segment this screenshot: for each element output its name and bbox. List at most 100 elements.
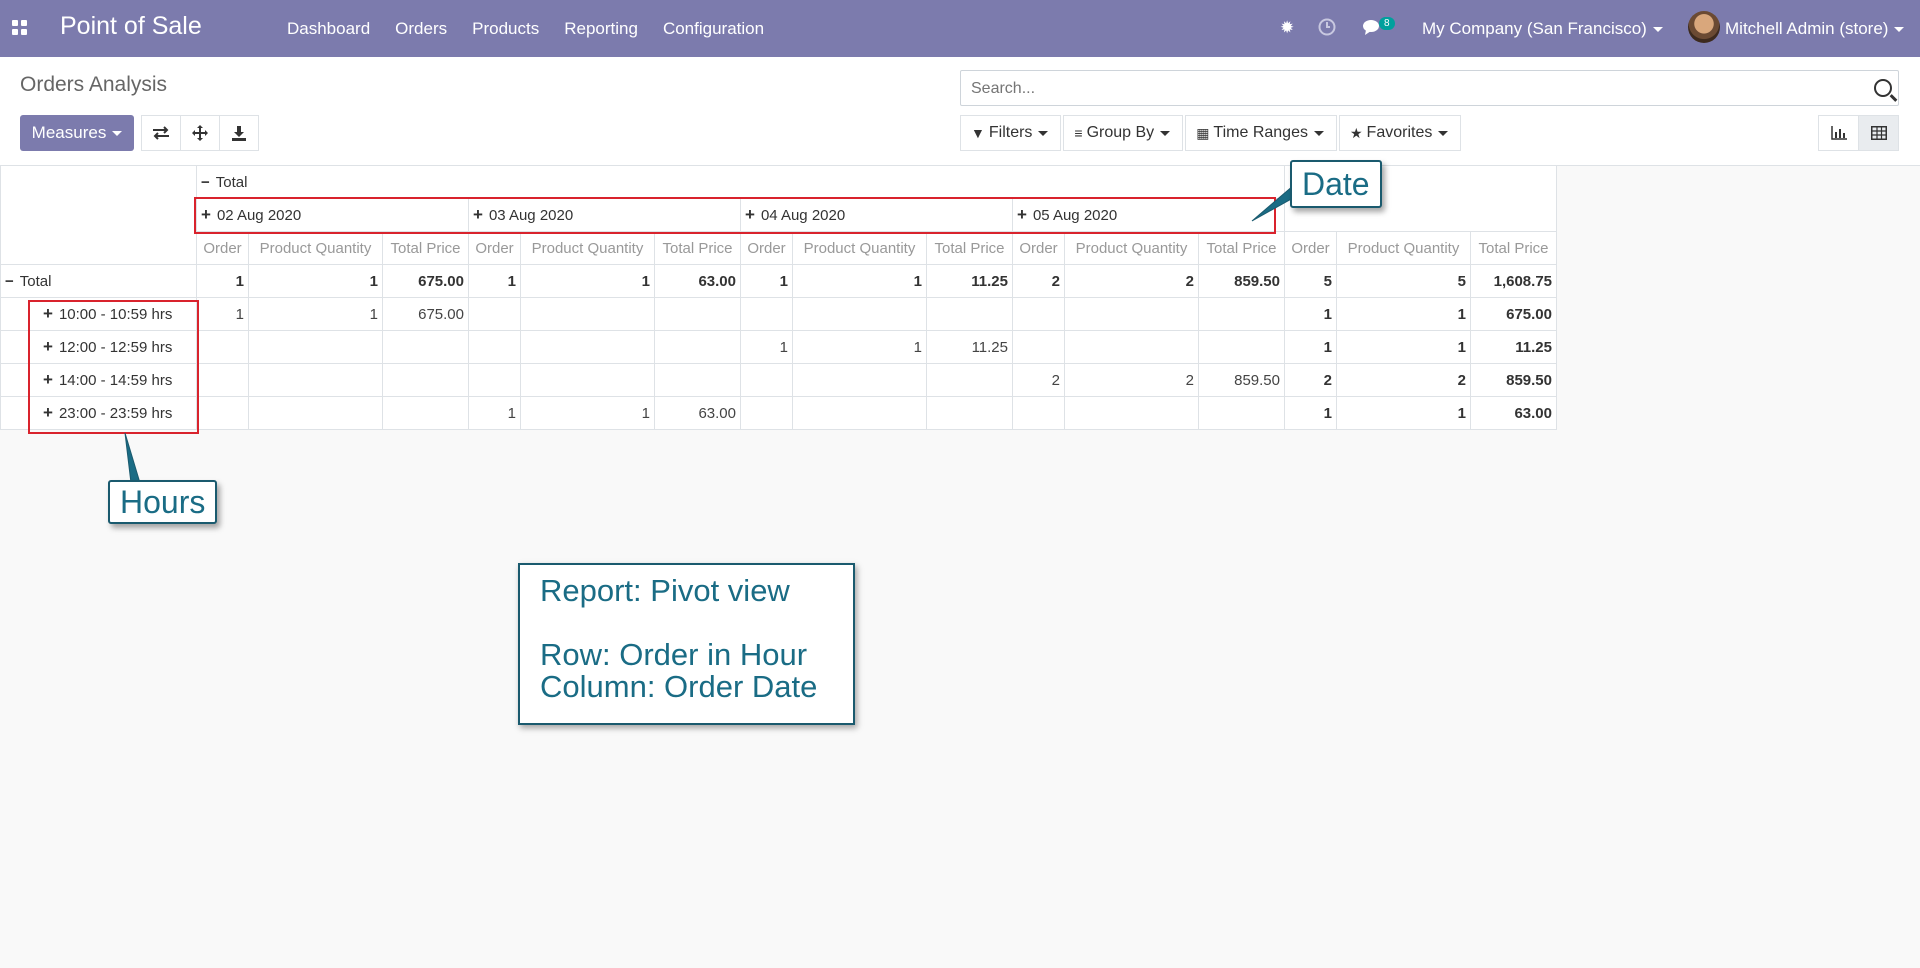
- measure-header-quantity[interactable]: Product Quantity: [792, 231, 927, 265]
- menu-orders[interactable]: Orders: [395, 19, 447, 39]
- pivot-cell[interactable]: 859.50: [1198, 363, 1285, 397]
- pivot-cell[interactable]: [740, 396, 793, 430]
- pivot-cell[interactable]: [1198, 297, 1285, 331]
- pivot-cell[interactable]: 2: [1064, 264, 1199, 298]
- measure-header-quantity[interactable]: Product Quantity: [1064, 231, 1199, 265]
- pivot-cell[interactable]: 5: [1284, 264, 1337, 298]
- pivot-cell[interactable]: [468, 330, 521, 364]
- search-icon[interactable]: [1874, 79, 1892, 97]
- pivot-cell[interactable]: 1: [1284, 297, 1337, 331]
- pivot-cell[interactable]: 2: [1336, 363, 1471, 397]
- pivot-cell[interactable]: 1: [248, 264, 383, 298]
- row-header-total[interactable]: − Total: [0, 264, 197, 298]
- pivot-cell[interactable]: 1: [196, 264, 249, 298]
- pivot-cell[interactable]: [1012, 396, 1065, 430]
- pivot-cell[interactable]: 859.50: [1470, 363, 1557, 397]
- pivot-cell[interactable]: [196, 330, 249, 364]
- pivot-cell[interactable]: [1198, 330, 1285, 364]
- pivot-cell[interactable]: [1064, 297, 1199, 331]
- pivot-cell[interactable]: [740, 363, 793, 397]
- pivot-cell[interactable]: 1: [1284, 330, 1337, 364]
- pivot-cell[interactable]: 11.25: [926, 330, 1013, 364]
- pivot-cell[interactable]: 859.50: [1198, 264, 1285, 298]
- user-menu[interactable]: Mitchell Admin (store): [1725, 19, 1905, 39]
- pivot-cell[interactable]: 2: [1012, 264, 1065, 298]
- pivot-cell[interactable]: [196, 363, 249, 397]
- pivot-cell[interactable]: 675.00: [1470, 297, 1557, 331]
- pivot-cell[interactable]: 675.00: [382, 297, 469, 331]
- measure-header-quantity[interactable]: Product Quantity: [1336, 231, 1471, 265]
- pivot-cell[interactable]: 5: [1336, 264, 1471, 298]
- pivot-cell[interactable]: 1: [520, 264, 655, 298]
- pivot-cell[interactable]: 1: [520, 396, 655, 430]
- measure-header-price[interactable]: Total Price: [382, 231, 469, 265]
- pivot-cell[interactable]: [1064, 330, 1199, 364]
- graph-view-icon[interactable]: [1818, 115, 1859, 151]
- expand-all-icon[interactable]: [180, 115, 220, 151]
- measure-header-price[interactable]: Total Price: [1198, 231, 1285, 265]
- pivot-cell[interactable]: [248, 330, 383, 364]
- menu-dashboard[interactable]: Dashboard: [287, 19, 370, 39]
- time-ranges-button[interactable]: ▦ Time Ranges: [1185, 115, 1337, 151]
- search-input[interactable]: [969, 79, 1853, 99]
- pivot-cell[interactable]: [926, 396, 1013, 430]
- pivot-cell[interactable]: 63.00: [654, 264, 741, 298]
- download-icon[interactable]: [219, 115, 259, 151]
- measure-header-order[interactable]: Order: [196, 231, 249, 265]
- pivot-cell[interactable]: 63.00: [1470, 396, 1557, 430]
- pivot-cell[interactable]: [792, 396, 927, 430]
- pivot-cell[interactable]: 675.00: [382, 264, 469, 298]
- pivot-cell[interactable]: [382, 396, 469, 430]
- measure-header-price[interactable]: Total Price: [926, 231, 1013, 265]
- pivot-cell[interactable]: 1: [1284, 396, 1337, 430]
- pivot-cell[interactable]: 11.25: [1470, 330, 1557, 364]
- apps-menu-icon[interactable]: [12, 20, 28, 36]
- pivot-cell[interactable]: [1012, 330, 1065, 364]
- pivot-cell[interactable]: 1: [792, 330, 927, 364]
- pivot-cell[interactable]: 1: [1336, 330, 1471, 364]
- pivot-cell[interactable]: [654, 330, 741, 364]
- favorites-button[interactable]: ★ Favorites: [1338, 115, 1462, 151]
- flip-axis-icon[interactable]: [141, 115, 181, 151]
- pivot-view-icon[interactable]: [1858, 115, 1899, 151]
- column-header-total[interactable]: − Total: [196, 165, 1285, 199]
- pivot-cell[interactable]: [196, 396, 249, 430]
- pivot-cell[interactable]: 2: [1284, 363, 1337, 397]
- pivot-cell[interactable]: 1: [196, 297, 249, 331]
- pivot-cell[interactable]: 1: [740, 330, 793, 364]
- group-by-button[interactable]: ≡ Group By: [1063, 115, 1184, 151]
- pivot-cell[interactable]: [740, 297, 793, 331]
- pivot-cell[interactable]: [520, 297, 655, 331]
- pivot-cell[interactable]: [520, 330, 655, 364]
- pivot-cell[interactable]: [520, 363, 655, 397]
- pivot-cell[interactable]: [382, 330, 469, 364]
- app-title[interactable]: Point of Sale: [60, 12, 202, 41]
- pivot-cell[interactable]: [468, 363, 521, 397]
- menu-reporting[interactable]: Reporting: [564, 19, 638, 39]
- pivot-cell[interactable]: 1: [248, 297, 383, 331]
- measure-header-quantity[interactable]: Product Quantity: [520, 231, 655, 265]
- pivot-cell[interactable]: 2: [1064, 363, 1199, 397]
- measures-button[interactable]: Measures: [20, 115, 134, 151]
- pivot-cell[interactable]: 1,608.75: [1470, 264, 1557, 298]
- pivot-cell[interactable]: [926, 297, 1013, 331]
- pivot-cell[interactable]: [926, 363, 1013, 397]
- pivot-cell[interactable]: 11.25: [926, 264, 1013, 298]
- menu-products[interactable]: Products: [472, 19, 539, 39]
- measure-header-order[interactable]: Order: [1012, 231, 1065, 265]
- pivot-cell[interactable]: [468, 297, 521, 331]
- debug-bug-icon[interactable]: ✹: [1280, 18, 1294, 38]
- company-switcher[interactable]: My Company (San Francisco): [1422, 19, 1663, 39]
- pivot-cell[interactable]: [248, 363, 383, 397]
- filters-button[interactable]: ▼ Filters: [960, 115, 1062, 151]
- pivot-cell[interactable]: 2: [1012, 363, 1065, 397]
- measure-header-quantity[interactable]: Product Quantity: [248, 231, 383, 265]
- pivot-cell[interactable]: [654, 297, 741, 331]
- pivot-cell[interactable]: 1: [1336, 297, 1471, 331]
- measure-header-price[interactable]: Total Price: [654, 231, 741, 265]
- user-avatar[interactable]: [1688, 11, 1720, 43]
- pivot-cell[interactable]: [654, 363, 741, 397]
- measure-header-order[interactable]: Order: [740, 231, 793, 265]
- activity-clock-icon[interactable]: [1318, 18, 1336, 41]
- pivot-cell[interactable]: 1: [468, 396, 521, 430]
